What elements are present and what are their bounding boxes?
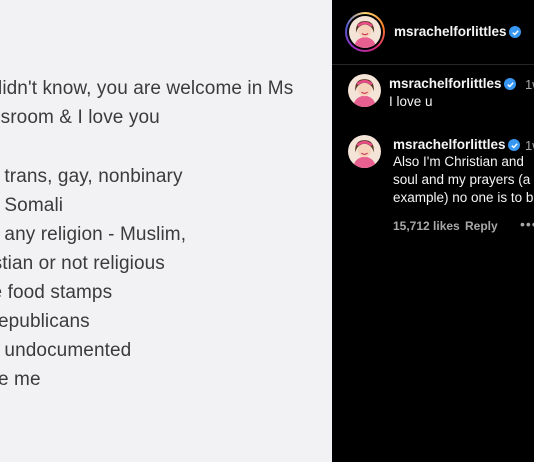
reply-button[interactable]: Reply (465, 219, 498, 233)
comment-timestamp: 1w (525, 77, 534, 92)
verified-badge-icon (509, 26, 521, 38)
comment-text: Also I'm Christian and (393, 154, 524, 169)
comment-text: soul and my prayers (a (393, 172, 531, 187)
note-line: Kids who use food stamps (0, 282, 113, 303)
note-line: Kids who are trans, gay, nonbinary (0, 166, 183, 187)
more-options-icon[interactable]: ••• (520, 216, 534, 232)
post-header: msrachelforlittles (332, 0, 534, 64)
profile-photo-icon (348, 74, 381, 107)
note-line: Kids who are Somali (0, 195, 64, 216)
comment-username[interactable]: msrachelforlittles (389, 76, 502, 91)
profile-photo-icon (349, 16, 381, 48)
avatar[interactable] (348, 135, 381, 168)
profile-photo-icon (348, 135, 381, 168)
note-line: Kids who hate me (0, 369, 41, 390)
avatar[interactable] (349, 16, 381, 48)
like-count[interactable]: 15,712 likes (393, 219, 460, 233)
note-line: Jewish, Christian or not religious (0, 253, 165, 274)
note-line: Democrats, republicans (0, 311, 90, 332)
comment-timestamp: 1w (525, 138, 534, 153)
verified-badge-icon (508, 139, 520, 151)
comment-text: example) no one is to b (393, 190, 534, 205)
comment-username[interactable]: msrachelforlittles (393, 137, 506, 152)
note-line: Kids who are any religion - Muslim, (0, 224, 187, 245)
instagram-comments-panel: msrachelforlittles msrachelforlittles 1w… (332, 0, 534, 462)
story-ring[interactable] (345, 12, 385, 52)
comment-text: I love u (389, 94, 433, 109)
verified-badge-icon (504, 78, 516, 90)
note-line: Kids who are undocumented (0, 340, 132, 361)
note-line: In case you didn't know, you are welcome… (0, 78, 294, 99)
avatar[interactable] (348, 74, 381, 107)
note-line: Rachel's classroom & I love you (0, 107, 160, 128)
header-username[interactable]: msrachelforlittles (394, 24, 507, 39)
note-panel: In case you didn't know, you are welcome… (0, 0, 332, 462)
header-divider (332, 64, 534, 65)
